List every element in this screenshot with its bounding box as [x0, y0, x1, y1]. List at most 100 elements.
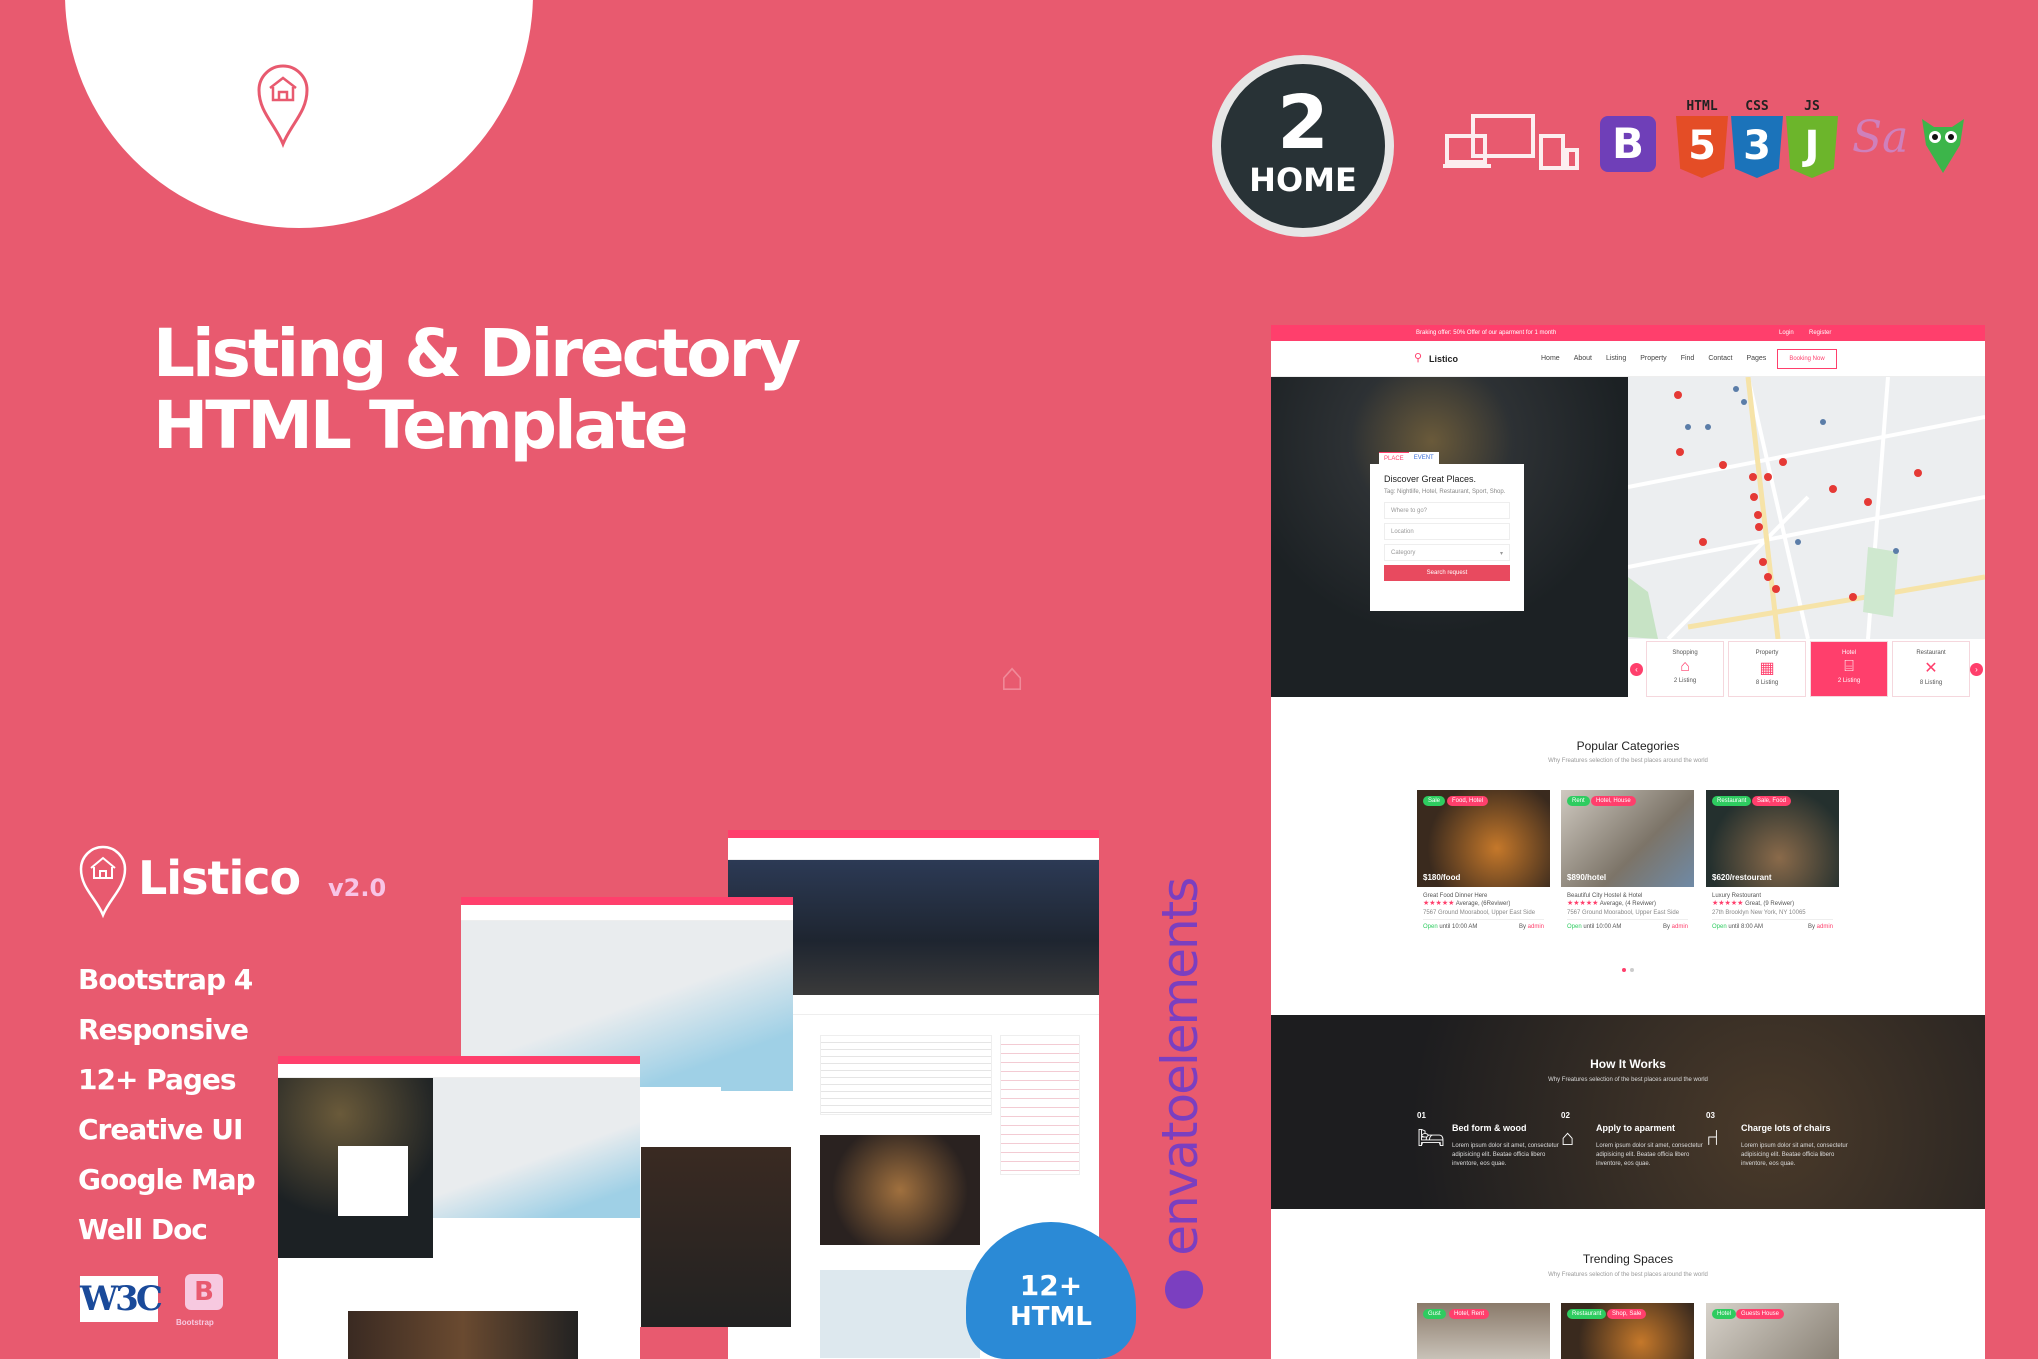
trending-card[interactable]: Restaurant Shop, Sale — [1561, 1303, 1694, 1359]
card-tag: Shop, Sale — [1607, 1309, 1647, 1319]
step-title: Bed form & wood — [1452, 1123, 1527, 1133]
search-tags: Tag: Nightlife, Hotel, Restaurant, Sport… — [1384, 489, 1506, 495]
nav-listing[interactable]: Listing — [1606, 355, 1626, 362]
w3c-label: W3C — [80, 1279, 163, 1319]
login-link[interactable]: Login — [1779, 325, 1794, 341]
card-open: Open — [1567, 924, 1582, 930]
bootstrap-icon: B — [1600, 116, 1656, 172]
feature-item: Well Doc — [78, 1213, 208, 1246]
card-rating: Great, (9 Reviwer) — [1745, 901, 1795, 907]
card-tag: Rent — [1567, 796, 1590, 806]
step-number: 02 — [1561, 1111, 1570, 1120]
html-badge-count: 12+ — [1019, 1269, 1083, 1302]
nav-find[interactable]: Find — [1681, 355, 1695, 362]
search-button[interactable]: Search request — [1384, 565, 1510, 581]
card-by: By — [1518, 924, 1526, 930]
html-label: HTML — [1686, 99, 1718, 114]
search-heading: Discover Great Places. — [1384, 474, 1477, 484]
card-author[interactable]: admin — [1528, 924, 1544, 930]
home-count-badge: 2 HOME — [1212, 55, 1394, 237]
step-number: 03 — [1706, 1111, 1715, 1120]
category-property[interactable]: Property ▦ 8 Listing — [1728, 641, 1806, 697]
category-select[interactable]: Category ▾ — [1384, 544, 1510, 561]
feature-item: 12+ Pages — [78, 1063, 237, 1096]
trending-card[interactable]: Hotel Guests House — [1706, 1303, 1839, 1359]
mock-logo[interactable]: Listico — [1429, 354, 1458, 364]
carousel-prev-button[interactable]: ‹ — [1630, 663, 1643, 676]
offer-text: Braking offer: 50% Offer of our aparment… — [1416, 330, 1557, 336]
nav-about[interactable]: About — [1574, 355, 1592, 362]
listing-card[interactable]: Sale Food, Hotel $180/food Great Food Di… — [1417, 790, 1550, 960]
card-address: 27th Brooklyn New York, NY 10065 — [1712, 910, 1806, 916]
step-item: 01 🛏 Bed form & wood Lorem ipsum dolor s… — [1417, 1111, 1559, 1167]
booking-now-button[interactable]: Booking Now — [1777, 349, 1837, 369]
card-author[interactable]: admin — [1672, 924, 1688, 930]
rating-stars-icon: ★★★★★ — [1712, 900, 1744, 907]
css-label: CSS — [1745, 99, 1769, 114]
register-link[interactable]: Register — [1809, 325, 1831, 341]
hotel-bed-icon: ⌸ — [1844, 658, 1854, 675]
popular-categories-title: Popular Categories — [1576, 739, 1680, 753]
chair-icon: ⑁ — [1706, 1125, 1720, 1150]
nav-property[interactable]: Property — [1640, 355, 1666, 362]
title-line-2: HTML Template — [153, 387, 688, 464]
card-image: Rent Hotel, House $890/hotel — [1561, 790, 1694, 887]
card-price: $620/restourant — [1712, 873, 1772, 882]
feature-item: Creative UI — [78, 1113, 243, 1146]
listico-logo-icon — [79, 845, 127, 919]
js-label: JS — [1804, 99, 1820, 114]
card-image: Sale Food, Hotel $180/food — [1417, 790, 1550, 887]
card-tag: Hotel, Rent — [1449, 1309, 1490, 1319]
feature-item: Responsive — [78, 1013, 249, 1046]
how-it-works-section: How It Works Why Freatures selection of … — [1271, 1015, 1985, 1209]
search-card: Discover Great Places. Tag: Nightlife, H… — [1370, 464, 1524, 611]
category-count: 8 Listing — [1919, 680, 1943, 686]
trending-card[interactable]: Gust Hotel, Rent — [1417, 1303, 1550, 1359]
category-restaurant[interactable]: Restaurant ✕ 8 Listing — [1892, 641, 1970, 697]
pager-dot[interactable] — [1630, 968, 1634, 972]
category-name: Property — [1755, 650, 1779, 656]
sass-icon: Sa — [1852, 112, 1909, 163]
card-tag: Sale, Food — [1752, 796, 1792, 806]
location-input[interactable]: Location — [1384, 523, 1510, 540]
card-by: By — [1807, 924, 1815, 930]
step-title: Charge lots of chairs — [1741, 1123, 1831, 1133]
fork-knife-icon: ✕ — [1924, 660, 1938, 677]
card-tag: Food, Hotel — [1447, 796, 1489, 806]
how-it-works-subtitle: Why Freatures selection of the best plac… — [1548, 1077, 1708, 1083]
feature-item: Google Map — [78, 1163, 256, 1196]
logo-pin-icon: ⚲ — [1414, 352, 1423, 364]
where-input[interactable]: Where to go? — [1384, 502, 1510, 519]
top-bar: Braking offer: 50% Offer of our aparment… — [1271, 325, 1985, 341]
google-map[interactable] — [1628, 377, 1985, 639]
card-rating: Average, (4 Reviwer) — [1599, 901, 1656, 907]
w3c-badge: W3C — [80, 1276, 163, 1322]
step-number: 01 — [1417, 1111, 1426, 1120]
listing-card[interactable]: Rent Hotel, House $890/hotel Beautiful C… — [1561, 790, 1694, 960]
card-tag: Hotel — [1712, 1309, 1737, 1319]
pager-dot-active[interactable] — [1622, 968, 1626, 972]
html-badge-label: HTML — [1010, 1302, 1092, 1332]
category-select-value: Category — [1391, 550, 1416, 556]
category-count: 2 Listing — [1673, 678, 1697, 684]
card-open: Open — [1712, 924, 1727, 930]
card-price: $890/hotel — [1567, 873, 1607, 882]
feature-item: Bootstrap 4 — [78, 963, 253, 996]
carousel-next-button[interactable]: › — [1970, 663, 1983, 676]
brand-name: Listico — [138, 851, 301, 905]
card-open: Open — [1423, 924, 1438, 930]
home-variant-mockup — [278, 1056, 640, 1359]
nav-contact[interactable]: Contact — [1708, 355, 1732, 362]
listing-card[interactable]: Restaurant Sale, Food $620/restourant Lu… — [1706, 790, 1839, 960]
card-tag: Restaurant — [1567, 1309, 1607, 1319]
category-name: Shopping — [1672, 650, 1698, 656]
house-watermark-icon: ⌂ — [1000, 655, 1025, 699]
nav-home[interactable]: Home — [1541, 355, 1560, 362]
category-shopping[interactable]: Shopping ⌂ 2 Listing — [1646, 641, 1724, 697]
step-item: 02 ⌂ Apply to aparment Lorem ipsum dolor… — [1561, 1111, 1703, 1167]
category-hotel[interactable]: Hotel ⌸ 2 Listing — [1810, 641, 1888, 697]
nav-pages[interactable]: Pages — [1746, 355, 1766, 362]
caret-down-icon: ▾ — [1499, 551, 1503, 557]
category-carousel: ‹ Shopping ⌂ 2 Listing Property ▦ 8 Listing … — [1628, 641, 1985, 697]
card-author[interactable]: admin — [1817, 924, 1833, 930]
